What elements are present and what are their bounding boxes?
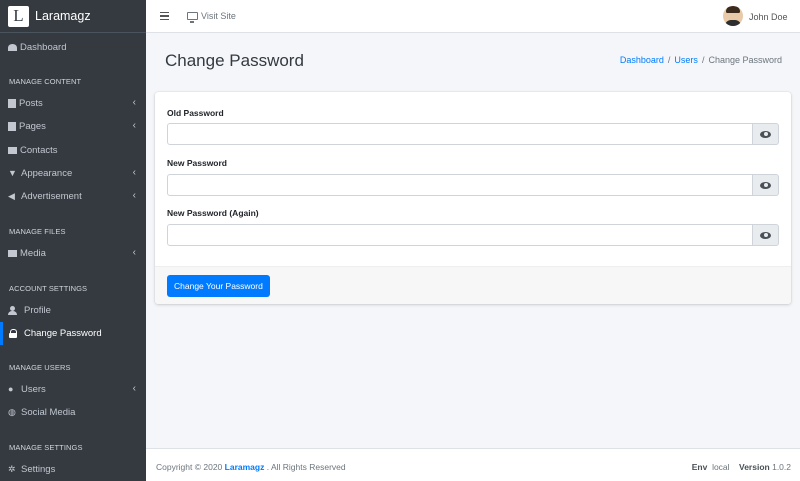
sidebar-item-contacts[interactable]: Contacts: [0, 139, 146, 162]
chevron-left-icon: ‹: [132, 167, 136, 178]
footer-brand-link[interactable]: Laramagz: [225, 462, 265, 472]
breadcrumb-current: Change Password: [708, 55, 782, 65]
chevron-left-icon: ‹: [132, 190, 136, 201]
breadcrumb-users[interactable]: Users: [674, 55, 698, 65]
old-password-label: Old Password: [167, 108, 224, 118]
toggle-visibility-button[interactable]: [753, 174, 779, 196]
brand-link[interactable]: L Laramagz: [0, 0, 146, 33]
version-info: Env local Version 1.0.2: [692, 462, 791, 472]
dashboard-icon: [8, 44, 17, 51]
hdd-icon: [8, 250, 17, 257]
sidebar-item-label: Pages: [19, 121, 46, 132]
version-label: Version: [739, 462, 770, 472]
breadcrumb-dashboard[interactable]: Dashboard: [620, 55, 664, 65]
card-footer: Change Your Password: [155, 266, 791, 304]
desktop-icon: [187, 12, 198, 23]
env-label: Env: [691, 462, 708, 472]
sidebar-item-advertisement[interactable]: ◀ Advertisement ‹: [0, 185, 146, 208]
sidebar-item-label: Posts: [19, 98, 43, 109]
nav-header-users: MANAGE USERS: [9, 363, 71, 372]
page-title: Change Password: [165, 51, 304, 70]
change-password-card: Old Password New Password New Password (…: [155, 92, 791, 304]
eye-icon: [760, 231, 771, 239]
cogs-icon: ✲: [8, 464, 16, 474]
env-value: local: [712, 462, 730, 472]
new-password-again-input[interactable]: [167, 224, 753, 246]
sidebar-item-label: Profile: [24, 305, 51, 316]
sidebar: L Laramagz Dashboard MANAGE CONTENT Post…: [0, 0, 146, 481]
new-password-label: New Password: [167, 158, 227, 168]
chevron-left-icon: ‹: [132, 247, 136, 258]
copyright-prefix: Copyright © 2020: [156, 462, 223, 472]
sidebar-item-posts[interactable]: Posts ‹: [0, 92, 146, 115]
sidebar-item-label: Settings: [21, 464, 56, 475]
breadcrumb-separator: /: [667, 55, 671, 65]
copyright-suffix: . All Rights Reserved: [266, 462, 346, 472]
sidebar-item-label: Users: [21, 384, 46, 395]
sidebar-item-settings[interactable]: ✲ Settings: [0, 458, 146, 481]
visit-site-link[interactable]: Visit Site: [187, 11, 236, 23]
sidebar-item-label: Change Password: [24, 328, 102, 339]
nav-header-files: MANAGE FILES: [9, 227, 66, 236]
sidebar-item-label: Contacts: [20, 145, 58, 156]
new-password-again-label: New Password (Again): [167, 208, 259, 218]
chevron-left-icon: ‹: [132, 383, 136, 394]
sidebar-item-label: Media: [20, 248, 46, 259]
sidebar-item-media[interactable]: Media ‹: [0, 242, 146, 265]
eye-icon: [760, 130, 771, 138]
avatar[interactable]: [723, 6, 743, 26]
brand-name: Laramagz: [35, 9, 91, 23]
user-name[interactable]: John Doe: [749, 12, 788, 22]
brand-logo: L: [8, 5, 29, 27]
sidebar-item-social-media[interactable]: ◍ Social Media: [0, 401, 146, 424]
eye-icon: [760, 181, 771, 189]
sidebar-item-label: Social Media: [21, 407, 76, 418]
users-icon: ●: [8, 384, 14, 394]
pages-icon: [8, 122, 16, 131]
new-password-input[interactable]: [167, 174, 753, 196]
copyright: Copyright © 2020 Laramagz . All Rights R…: [156, 462, 346, 472]
page-footer: Copyright © 2020 Laramagz . All Rights R…: [146, 448, 800, 481]
user-icon: [8, 306, 19, 315]
visit-site-label: Visit Site: [201, 11, 236, 21]
sidebar-item-appearance[interactable]: ▼ Appearance ‹: [0, 162, 146, 185]
sidebar-item-users[interactable]: ● Users ‹: [0, 378, 146, 401]
breadcrumb-separator: /: [701, 55, 705, 65]
chevron-left-icon: ‹: [132, 120, 136, 131]
sidebar-item-change-password[interactable]: Change Password: [0, 322, 146, 345]
sidebar-item-profile[interactable]: Profile: [0, 299, 146, 322]
nav-header-account: ACCOUNT SETTINGS: [9, 284, 88, 293]
top-navbar: Visit Site John Doe: [146, 0, 800, 33]
breadcrumb: Dashboard / Users / Change Password: [620, 55, 782, 65]
nav-header-settings: MANAGE SETTINGS: [9, 443, 83, 452]
chevron-left-icon: ‹: [132, 97, 136, 108]
toggle-visibility-button[interactable]: [753, 123, 779, 145]
bullhorn-icon: ◀: [8, 191, 15, 201]
nav-header-content: MANAGE CONTENT: [9, 77, 82, 86]
change-password-button[interactable]: Change Your Password: [167, 275, 270, 297]
version-value: 1.0.2: [772, 462, 791, 472]
sidebar-item-pages[interactable]: Pages ‹: [0, 115, 146, 138]
sidebar-item-label: Appearance: [21, 168, 73, 179]
envelope-icon: [8, 147, 17, 154]
brush-icon: ▼: [8, 168, 17, 178]
toggle-visibility-button[interactable]: [753, 224, 779, 246]
sidebar-item-dashboard[interactable]: Dashboard: [0, 36, 146, 59]
sidebar-item-label: Dashboard: [20, 42, 67, 53]
menu-toggle-icon[interactable]: [160, 12, 169, 20]
sidebar-item-label: Advertisement: [21, 191, 82, 202]
lock-icon: [8, 329, 19, 338]
posts-icon: [8, 99, 16, 108]
old-password-input[interactable]: [167, 123, 753, 145]
globe-icon: ◍: [8, 407, 16, 417]
